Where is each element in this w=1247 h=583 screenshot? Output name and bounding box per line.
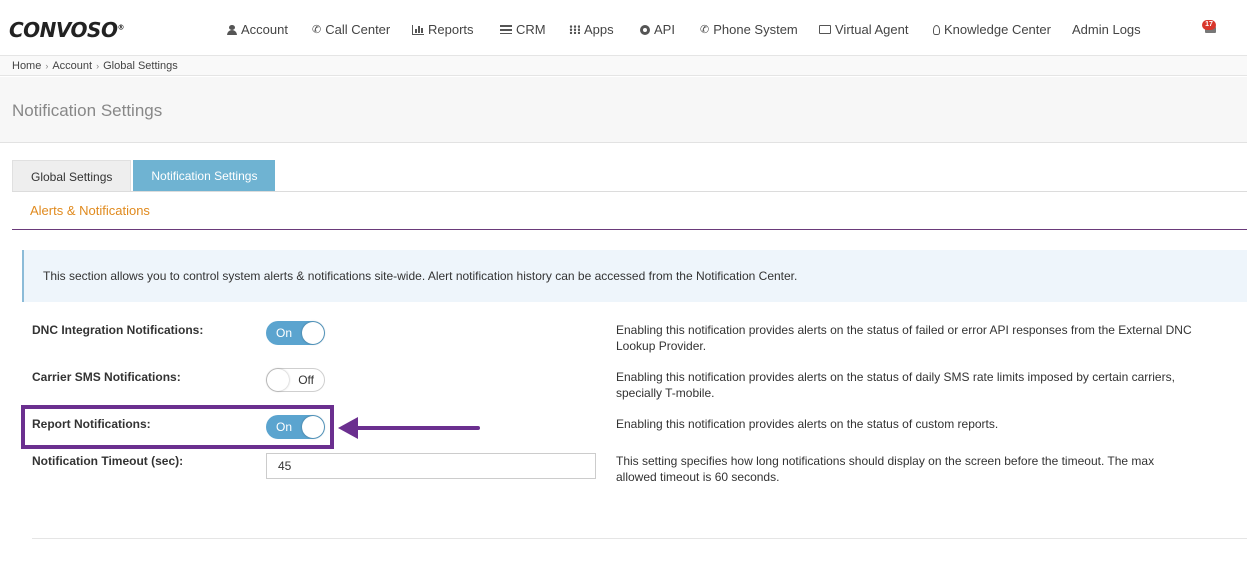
nav-admin-logs-label: Admin Logs xyxy=(1072,22,1141,37)
toggle-knob xyxy=(302,322,324,344)
nav-knowledge-center-label: Knowledge Center xyxy=(944,22,1051,37)
phone-icon: ✆ xyxy=(312,24,322,36)
dnc-notifications-toggle[interactable]: On xyxy=(266,321,325,345)
list-icon xyxy=(500,25,512,34)
notification-bell[interactable]: 17 xyxy=(1202,20,1220,36)
nav-admin-logs[interactable]: Admin Logs xyxy=(1072,22,1141,37)
breadcrumb-account[interactable]: Account xyxy=(52,60,92,72)
footer-divider xyxy=(32,538,1247,539)
nav-reports[interactable]: Reports xyxy=(412,22,474,37)
nav-apps[interactable]: Apps xyxy=(569,22,614,37)
nav-api[interactable]: API xyxy=(640,22,675,37)
carrier-sms-notifications-description: Enabling this notification provides aler… xyxy=(616,370,1175,400)
nav-apps-label: Apps xyxy=(584,22,614,37)
notification-timeout-description: This setting specifies how long notifica… xyxy=(616,454,1155,484)
nav-phone-system-label: Phone System xyxy=(713,22,798,37)
report-notifications-description: Enabling this notification provides aler… xyxy=(616,417,999,431)
dnc-notifications-description: Enabling this notification provides aler… xyxy=(616,323,1192,353)
dnc-notifications-label: DNC Integration Notifications: xyxy=(32,323,204,337)
carrier-sms-toggle-state: Off xyxy=(298,373,314,387)
info-box: This section allows you to control syste… xyxy=(22,250,1247,302)
nav-call-center[interactable]: ✆ Call Center xyxy=(312,22,390,37)
breadcrumb-global-settings: Global Settings xyxy=(103,59,178,72)
nav-api-label: API xyxy=(654,22,675,37)
nav-knowledge-center[interactable]: Knowledge Center xyxy=(933,22,1051,37)
breadcrumb: Home › Account › Global Settings xyxy=(0,56,1247,76)
tab-notification-settings[interactable]: Notification Settings xyxy=(133,160,276,192)
page-header: Notification Settings xyxy=(0,77,1247,143)
notification-count-badge: 17 xyxy=(1202,20,1216,30)
section-title: Alerts & Notifications xyxy=(12,192,1247,230)
nav-account[interactable]: Account xyxy=(227,22,288,37)
toggle-knob xyxy=(267,369,289,391)
top-navbar: CONVOSO® Account ✆ Call Center Reports C… xyxy=(0,0,1247,56)
nav-reports-label: Reports xyxy=(428,22,474,37)
info-text: This section allows you to control syste… xyxy=(43,269,798,283)
notification-timeout-input[interactable] xyxy=(266,453,596,479)
breadcrumb-home[interactable]: Home xyxy=(12,60,41,72)
nav-crm-label: CRM xyxy=(516,22,546,37)
monitor-icon xyxy=(819,25,831,34)
notification-timeout-label: Notification Timeout (sec): xyxy=(32,454,184,468)
user-icon xyxy=(227,24,237,35)
grid-icon xyxy=(569,25,580,34)
gear-icon xyxy=(640,24,650,35)
convoso-logo[interactable]: CONVOSO® xyxy=(9,18,124,42)
bar-chart-icon xyxy=(412,24,424,35)
carrier-sms-notifications-toggle[interactable]: Off xyxy=(266,368,325,392)
highlight-box xyxy=(21,405,334,449)
page-title: Notification Settings xyxy=(12,101,163,120)
carrier-sms-notifications-label: Carrier SMS Notifications: xyxy=(32,370,181,384)
tab-global-settings[interactable]: Global Settings xyxy=(12,160,132,192)
nav-phone-system[interactable]: ✆ Phone System xyxy=(700,22,798,37)
nav-virtual-agent[interactable]: Virtual Agent xyxy=(819,22,908,37)
arrow-left-icon xyxy=(338,417,480,439)
nav-crm[interactable]: CRM xyxy=(500,22,546,37)
dnc-toggle-state: On xyxy=(276,326,293,340)
chevron-right-icon: › xyxy=(96,60,100,71)
nav-call-center-label: Call Center xyxy=(325,22,391,37)
section-title-text: Alerts & Notifications xyxy=(30,203,150,218)
nav-virtual-agent-label: Virtual Agent xyxy=(835,22,909,37)
settings-tabs: Global Settings Notification Settings xyxy=(12,160,276,192)
chevron-right-icon: › xyxy=(45,60,49,71)
lightbulb-icon xyxy=(933,24,940,35)
nav-account-label: Account xyxy=(241,22,288,37)
phone-icon: ✆ xyxy=(700,24,710,36)
